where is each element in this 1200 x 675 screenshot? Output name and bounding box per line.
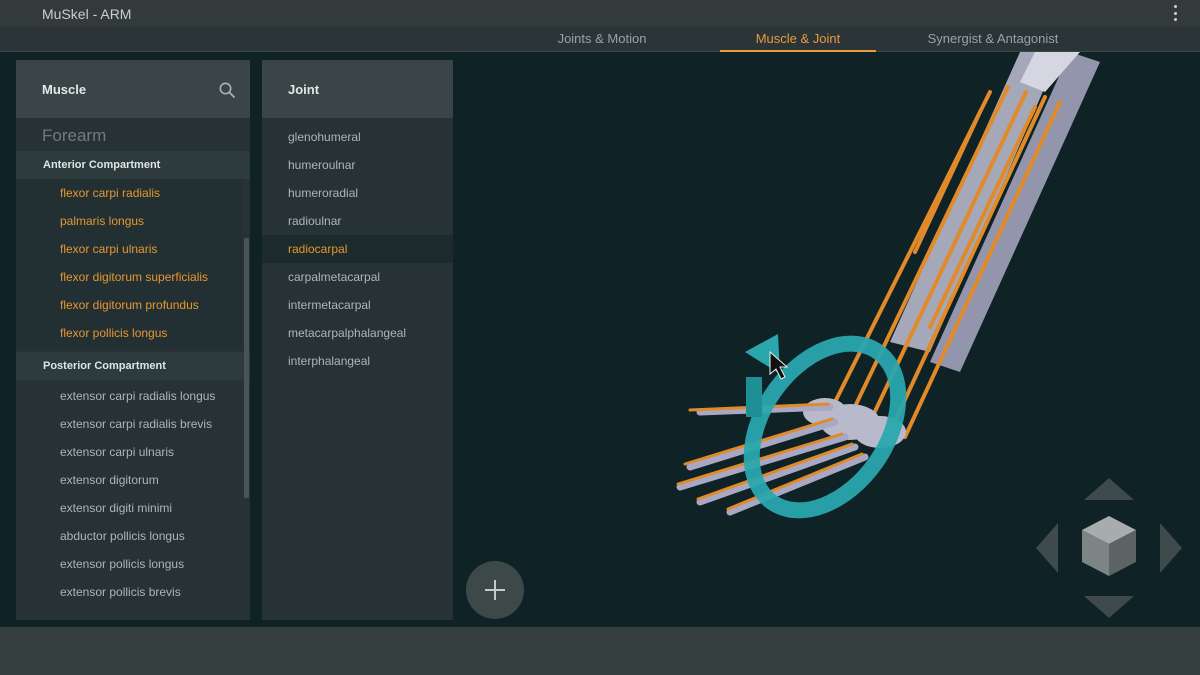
section-anterior-compartment[interactable]: Anterior Compartment: [16, 151, 250, 179]
muscle-panel: Muscle Forearm Anterior Compartment flex…: [16, 60, 250, 620]
view-down-arrow[interactable]: [1084, 596, 1134, 618]
joint-panel: Joint glenohumeral humeroulnar humerorad…: [262, 60, 453, 620]
search-icon[interactable]: [218, 81, 236, 99]
forearm-bones: [890, 52, 1100, 372]
muscle-item[interactable]: extensor carpi radialis longus: [16, 382, 242, 410]
joint-item[interactable]: metacarpalphalangeal: [262, 319, 453, 347]
muscle-panel-title: Muscle: [42, 82, 87, 97]
bottom-bar: [0, 627, 1200, 675]
joint-item[interactable]: humeroradial: [262, 179, 453, 207]
muscle-item[interactable]: flexor carpi radialis: [16, 179, 242, 207]
muscle-panel-header: Muscle: [16, 60, 250, 118]
joint-panel-header: Joint: [262, 60, 453, 118]
muscle-item[interactable]: extensor pollicis longus: [16, 550, 242, 578]
view-left-arrow[interactable]: [1036, 523, 1058, 573]
muscle-item[interactable]: palmaris longus: [16, 207, 242, 235]
muscle-item[interactable]: flexor digitorum profundus: [16, 291, 242, 319]
muscle-item[interactable]: flexor carpi ulnaris: [16, 235, 242, 263]
joint-item-selected[interactable]: radiocarpal: [262, 235, 453, 263]
tab-joints-motion[interactable]: Joints & Motion: [532, 26, 672, 52]
muscle-item[interactable]: flexor pollicis longus: [16, 319, 242, 347]
muscle-group-forearm: Forearm: [42, 126, 107, 145]
app-title: MuSkel - ARM: [42, 6, 132, 22]
more-vert-icon[interactable]: [1172, 5, 1178, 21]
joint-item[interactable]: interphalangeal: [262, 347, 453, 375]
joint-item[interactable]: intermetacarpal: [262, 291, 453, 319]
app-window: MuSkel - ARM Joints & Motion Muscle & Jo…: [0, 0, 1200, 675]
muscle-item[interactable]: extensor carpi radialis brevis: [16, 410, 242, 438]
muscle-item[interactable]: abductor pollicis longus: [16, 522, 242, 550]
tab-synergist-antagonist[interactable]: Synergist & Antagonist: [908, 26, 1078, 52]
muscle-item[interactable]: extensor digiti minimi: [16, 494, 242, 522]
muscle-item[interactable]: flexor digitorum superficialis: [16, 263, 242, 291]
view-right-arrow[interactable]: [1160, 523, 1182, 573]
forearm-tendons: [828, 85, 1062, 439]
joint-item[interactable]: glenohumeral: [262, 123, 453, 151]
view-up-arrow[interactable]: [1084, 478, 1134, 500]
joint-item[interactable]: carpalmetacarpal: [262, 263, 453, 291]
tab-muscle-joint[interactable]: Muscle & Joint: [720, 26, 876, 52]
muscle-item[interactable]: extensor digitorum: [16, 466, 242, 494]
muscle-list-scrollbar[interactable]: [244, 238, 249, 498]
add-button[interactable]: [466, 561, 524, 619]
muscle-item[interactable]: extensor carpi ulnaris: [16, 438, 242, 466]
joint-panel-title: Joint: [288, 82, 320, 97]
section-posterior-compartment[interactable]: Posterior Compartment: [16, 352, 250, 380]
tab-bar: Joints & Motion Muscle & Joint Synergist…: [0, 26, 1200, 52]
view-cube-icon[interactable]: [1036, 478, 1182, 618]
muscle-item[interactable]: extensor pollicis brevis: [16, 578, 242, 606]
joint-item[interactable]: humeroulnar: [262, 151, 453, 179]
title-bar: MuSkel - ARM: [0, 0, 1200, 26]
joint-item[interactable]: radioulnar: [262, 207, 453, 235]
